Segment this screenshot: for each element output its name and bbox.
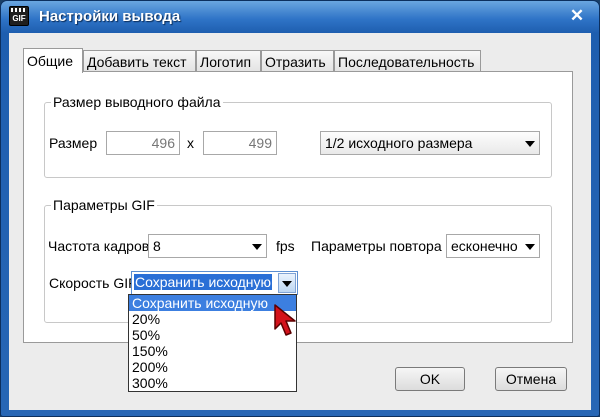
- speed-option[interactable]: 150%: [129, 343, 296, 359]
- chevron-down-icon: [525, 141, 535, 147]
- speed-dropdown-list: Сохранить исходную 20% 50% 150% 200% 300…: [128, 294, 297, 392]
- window-title: Настройки вывода: [39, 8, 181, 25]
- output-size-group-title: Размер выводного файла: [51, 94, 223, 110]
- chevron-down-icon: [525, 244, 535, 250]
- gif-params-group-title: Параметры GIF: [51, 197, 157, 213]
- speed-option[interactable]: 300%: [129, 375, 296, 391]
- speed-select[interactable]: Сохранить исходную: [131, 271, 298, 295]
- output-size-group: Размер выводного файла Размер 496 x 499 …: [44, 94, 552, 178]
- speed-dropdown-button[interactable]: [278, 273, 296, 293]
- cancel-button[interactable]: Отмена: [495, 367, 567, 391]
- width-field[interactable]: 496: [106, 131, 180, 155]
- dialog-window: GIF Настройки вывода ✕ Общие Добавить те…: [0, 0, 600, 417]
- frame-rate-select[interactable]: 8: [148, 234, 267, 258]
- repeat-select[interactable]: есконечно: [446, 234, 540, 258]
- close-icon[interactable]: ✕: [567, 6, 587, 26]
- speed-option[interactable]: 50%: [129, 327, 296, 343]
- dialog-body: Общие Добавить текст Логотип Отразить По…: [9, 33, 591, 410]
- title-bar[interactable]: GIF Настройки вывода ✕: [1, 1, 599, 33]
- fps-unit-label: fps: [276, 238, 295, 254]
- chevron-down-icon: [252, 244, 262, 250]
- chevron-down-icon: [282, 281, 292, 287]
- size-separator: x: [187, 135, 194, 151]
- speed-option[interactable]: Сохранить исходную: [129, 295, 296, 311]
- speed-option[interactable]: 20%: [129, 311, 296, 327]
- size-label: Размер: [49, 135, 98, 151]
- tab-general[interactable]: Общие: [23, 48, 83, 73]
- speed-label: Скорость GIF: [49, 275, 133, 291]
- mouse-pointer-icon: [274, 304, 296, 336]
- tab-sequence[interactable]: Последовательность: [334, 50, 481, 72]
- repeat-value: есконечно: [451, 238, 518, 254]
- height-field[interactable]: 499: [203, 131, 277, 155]
- gif-clapperboard-icon: GIF: [9, 6, 29, 26]
- frame-rate-label: Частота кадров: [48, 238, 149, 254]
- frame-rate-value: 8: [153, 238, 161, 254]
- size-preset-select[interactable]: 1/2 исходного размера: [320, 131, 540, 155]
- tab-add-text[interactable]: Добавить текст: [83, 50, 196, 72]
- tab-logo[interactable]: Логотип: [196, 50, 261, 72]
- tab-mirror[interactable]: Отразить: [261, 50, 334, 72]
- speed-value: Сохранить исходную: [134, 274, 273, 290]
- repeat-label: Параметры повтора: [311, 238, 442, 254]
- ok-button[interactable]: OK: [395, 367, 465, 391]
- speed-option[interactable]: 200%: [129, 359, 296, 375]
- size-preset-value: 1/2 исходного размера: [325, 135, 473, 151]
